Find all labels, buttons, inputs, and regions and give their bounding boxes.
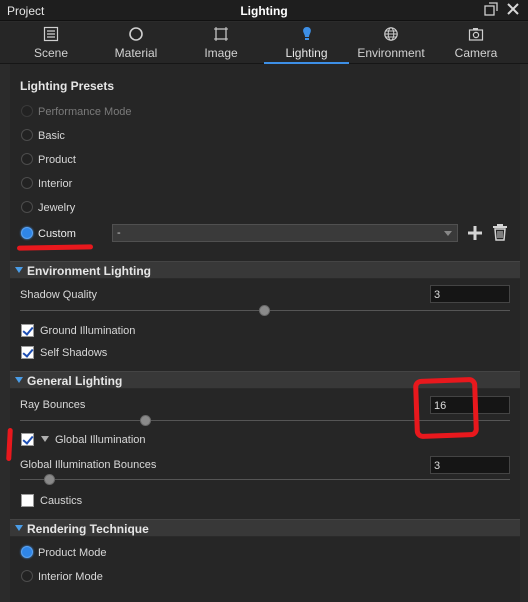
preset-label[interactable]: Interior	[38, 178, 72, 190]
shadow-quality-value[interactable]: 3	[430, 285, 510, 303]
tab-label: Camera	[454, 46, 498, 60]
tab-label: Lighting	[285, 46, 328, 60]
tab-scene[interactable]: Scene	[8, 22, 94, 64]
chevron-down-icon	[444, 231, 452, 236]
caustics-label[interactable]: Caustics	[40, 495, 82, 507]
tab-label: Environment	[357, 46, 425, 60]
shadow-quality-label: Shadow Quality	[20, 289, 98, 301]
tab-label: Material	[114, 46, 158, 60]
self-shadows-label[interactable]: Self Shadows	[40, 347, 107, 359]
preset-radio-product[interactable]	[21, 153, 33, 165]
rendering-option-label[interactable]: Product Mode	[38, 547, 106, 559]
section-title: Rendering Technique	[27, 522, 149, 536]
title-bar: Project Lighting	[0, 0, 528, 21]
lighting-icon	[299, 26, 315, 42]
section-environment-lighting[interactable]: Environment Lighting	[10, 261, 520, 279]
tab-environment[interactable]: Environment	[349, 22, 433, 64]
tab-label: Image	[204, 46, 238, 60]
close-icon[interactable]	[506, 2, 522, 18]
image-icon	[213, 26, 229, 42]
section-title: Environment Lighting	[27, 264, 151, 278]
plus-icon[interactable]	[466, 224, 484, 242]
ground-illumination-checkbox[interactable]	[21, 324, 34, 337]
expand-arrow-icon[interactable]	[41, 436, 49, 442]
rendering-radio-product[interactable]	[21, 546, 33, 558]
tab-label: Scene	[33, 46, 69, 60]
camera-icon	[468, 26, 484, 42]
gi-bounces-label: Global Illumination Bounces	[20, 459, 157, 471]
preset-label[interactable]: Jewelry	[38, 202, 75, 214]
custom-preset-dropdown[interactable]: -	[112, 224, 458, 242]
ground-illumination-label[interactable]: Ground Illumination	[40, 325, 135, 337]
preset-radio-performance	[21, 105, 33, 117]
trash-icon[interactable]	[491, 223, 509, 241]
caustics-checkbox[interactable]	[21, 494, 34, 507]
section-rendering-technique[interactable]: Rendering Technique	[10, 519, 520, 537]
self-shadows-checkbox[interactable]	[21, 346, 34, 359]
rendering-option-label[interactable]: Interior Mode	[38, 571, 103, 583]
preset-radio-custom[interactable]	[21, 227, 33, 239]
material-icon	[128, 26, 144, 42]
presets-heading: Lighting Presets	[20, 79, 115, 93]
tab-bar: Scene Material Image Lighting Environmen…	[0, 22, 528, 64]
ray-bounces-thumb[interactable]	[140, 415, 151, 426]
gi-bounces-slider[interactable]	[20, 479, 510, 480]
preset-radio-jewelry[interactable]	[21, 201, 33, 213]
gi-bounces-thumb[interactable]	[44, 474, 55, 485]
dropdown-value: -	[117, 227, 121, 239]
preset-label[interactable]: Product	[38, 154, 76, 166]
shadow-quality-thumb[interactable]	[259, 305, 270, 316]
collapse-arrow-icon	[15, 525, 23, 531]
tab-material[interactable]: Material	[94, 22, 178, 64]
ray-bounces-label: Ray Bounces	[20, 399, 86, 411]
environment-icon	[383, 26, 399, 42]
preset-label[interactable]: Custom	[38, 228, 76, 240]
preset-label: Performance Mode	[38, 106, 132, 118]
tab-camera[interactable]: Camera	[433, 22, 519, 64]
collapse-arrow-icon	[15, 377, 23, 383]
section-title: General Lighting	[27, 374, 123, 388]
gi-bounces-value[interactable]: 3	[430, 456, 510, 474]
preset-label[interactable]: Basic	[38, 130, 65, 142]
global-illumination-checkbox[interactable]	[21, 433, 34, 446]
collapse-arrow-icon	[15, 267, 23, 273]
annotation-box	[412, 376, 480, 440]
popout-icon[interactable]	[484, 2, 500, 18]
preset-radio-interior[interactable]	[21, 177, 33, 189]
window-title: Lighting	[240, 4, 288, 18]
tab-image[interactable]: Image	[178, 22, 264, 64]
preset-radio-basic[interactable]	[21, 129, 33, 141]
scene-icon	[43, 26, 59, 42]
tab-lighting[interactable]: Lighting	[264, 22, 349, 64]
global-illumination-label[interactable]: Global Illumination	[55, 434, 146, 446]
rendering-radio-interior[interactable]	[21, 570, 33, 582]
